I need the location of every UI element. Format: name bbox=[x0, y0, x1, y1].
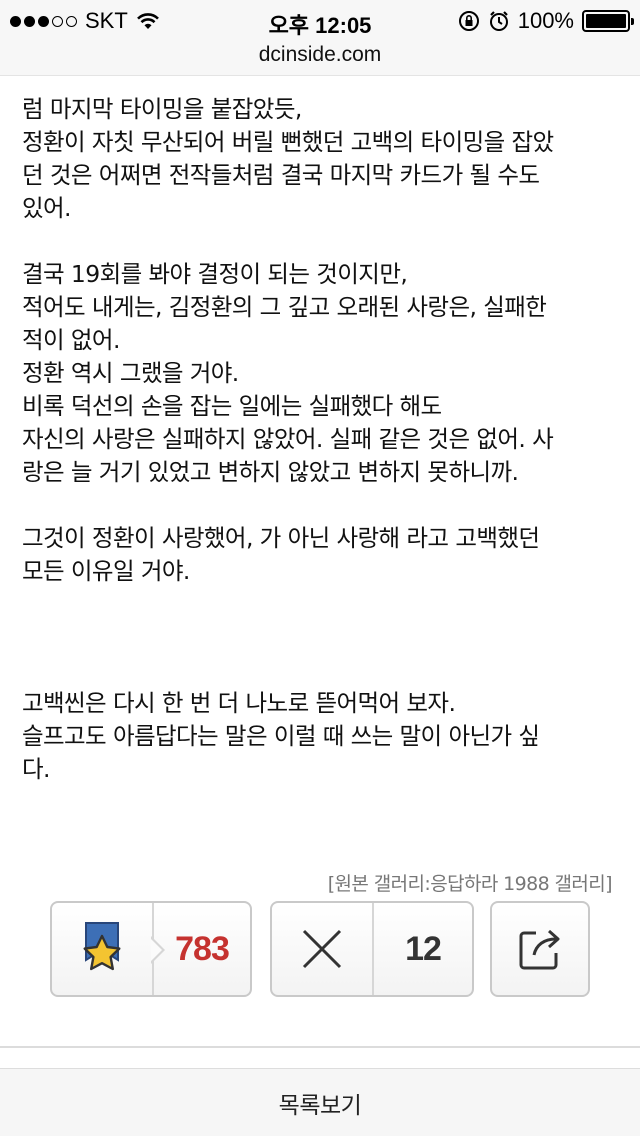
battery-percent: 100% bbox=[517, 8, 574, 33]
article-line bbox=[22, 654, 622, 687]
article-line: 그것이 정환이 사랑했어, 가 아닌 사랑해 라고 고백했던 bbox=[22, 524, 540, 552]
article-line: 적이 없어. bbox=[22, 326, 120, 354]
status-right: 100% bbox=[458, 8, 634, 34]
source-gallery-label: [원본 갤러리:응답하라 1988 갤러리] bbox=[327, 873, 613, 895]
article-line: 럼 마지막 타이밍을 붙잡았듯, bbox=[22, 95, 302, 123]
status-bar: SKT 오후 12:05 100% bbox=[0, 0, 640, 40]
article-line: 랑은 늘 거기 있었고 변하지 않았고 변하지 못하니까. bbox=[22, 458, 519, 486]
article-line: 있어. bbox=[22, 194, 72, 222]
share-icon bbox=[519, 929, 560, 970]
article-line bbox=[22, 489, 622, 522]
article-line: 결국 19회를 봐야 결정이 되는 것이지만, bbox=[22, 260, 408, 288]
share-icon-area bbox=[492, 903, 588, 995]
x-icon bbox=[302, 929, 342, 969]
article-line: 적어도 내게는, 김정환의 그 깊고 오래된 사랑은, 실패한 bbox=[22, 293, 547, 321]
article-line bbox=[22, 225, 622, 258]
nonrecommend-count: 12 bbox=[405, 929, 442, 968]
article-line bbox=[22, 621, 622, 654]
article-line: 정환이 자칫 무산되어 버릴 뻔했던 고백의 타이밍을 잡았 bbox=[22, 128, 554, 156]
battery-icon bbox=[582, 10, 634, 32]
article-body: 릴리즈에서 그리한 것은 타이밍을 보고 고백이 사람의 동반자럼 마지막 타이… bbox=[22, 60, 622, 786]
nonrecommend-icon-area bbox=[272, 903, 372, 995]
list-view-label: 목록보기 bbox=[278, 1092, 362, 1119]
article-line: 비록 덕선의 손을 잡는 일에는 실패했다 해도 bbox=[22, 392, 442, 420]
article-line: 던 것은 어쩌면 전작들처럼 결국 마지막 카드가 될 수도 bbox=[22, 161, 540, 189]
recommend-count: 783 bbox=[175, 929, 230, 968]
list-view-button[interactable]: 목록보기 bbox=[0, 1068, 640, 1136]
scroll-clip bbox=[0, 76, 640, 90]
article-line: 정환 역시 그랬을 거야. bbox=[22, 359, 239, 387]
article-line bbox=[22, 588, 622, 621]
recommend-icon-area bbox=[52, 903, 152, 995]
article-line: 다. bbox=[22, 755, 50, 783]
article-line: 슬프고도 아름답다는 말은 이럴 때 쓰는 말이 아닌가 싶 bbox=[22, 722, 540, 750]
article-line: 자신의 사랑은 실패하지 않았어. 실패 같은 것은 없어. 사 bbox=[22, 425, 554, 453]
nonrecommend-button[interactable]: 12 bbox=[270, 901, 474, 997]
recommend-button[interactable]: 783 bbox=[50, 901, 252, 997]
orientation-lock-icon bbox=[458, 11, 479, 31]
section-divider bbox=[0, 1046, 640, 1048]
share-button[interactable] bbox=[490, 901, 590, 997]
article-line: 모든 이유일 거야. bbox=[22, 557, 190, 585]
alarm-icon bbox=[489, 11, 508, 31]
star-ribbon-icon bbox=[83, 922, 121, 971]
article-line: 고백씬은 다시 한 번 더 나노로 뜯어먹어 보자. bbox=[22, 689, 456, 717]
